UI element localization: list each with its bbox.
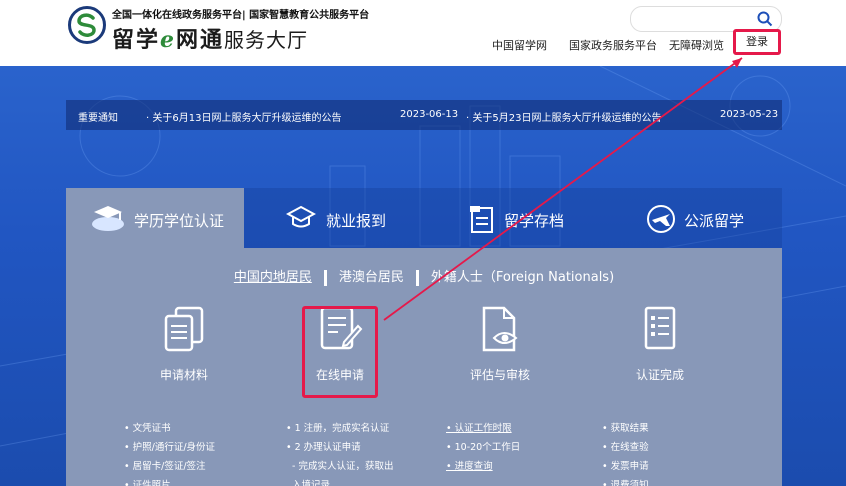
list-item-link[interactable]: • 发票申请 bbox=[602, 457, 649, 476]
hero-section: 重要通知 · 关于6月13日网上服务大厅升级运维的公告 2023-06-13 ·… bbox=[0, 66, 846, 486]
logo-tagline: 全国一体化在线政务服务平台| 国家智慧教育公共服务平台 bbox=[112, 10, 370, 21]
notice-item-date: 2023-05-23 bbox=[720, 109, 779, 120]
tab-archive[interactable]: 留学存档 bbox=[424, 188, 604, 248]
logo-title[interactable]: 留学e网通服务大厅 bbox=[112, 22, 308, 54]
list-item: • 1 注册，完成实名认证 bbox=[286, 423, 390, 434]
subtab-hk-macao-taiwan[interactable]: 港澳台居民 bbox=[333, 266, 410, 285]
notice-item-link[interactable]: · 关于5月23日网上服务大厅升级运维的公告 bbox=[466, 109, 661, 124]
airplane-icon bbox=[647, 205, 675, 233]
documents-icon bbox=[164, 306, 204, 352]
materials-list: • 文凭证书 • 护照/通行证/身份证 • 居留卡/签证/签注 • 证件照片 bbox=[124, 419, 215, 486]
tab-government-study[interactable]: 公派留学 bbox=[604, 188, 782, 248]
login-button[interactable]: 登录 bbox=[733, 29, 781, 55]
tab-label: 就业报到 bbox=[326, 212, 387, 230]
list-item-link[interactable]: • 认证工作时限 bbox=[446, 419, 520, 438]
tab-employment[interactable]: 就业报到 bbox=[244, 188, 424, 248]
review-list: • 认证工作时限 • 10-20个工作日 • 进度查询 bbox=[446, 419, 520, 476]
mortarboard-icon bbox=[286, 205, 316, 228]
logo-service-text: 服务大厅 bbox=[224, 28, 309, 52]
list-item-link[interactable]: • 在线查验 bbox=[602, 438, 649, 457]
notice-bar: 重要通知 · 关于6月13日网上服务大厅升级运维的公告 2023-06-13 ·… bbox=[66, 100, 782, 130]
step-application-materials[interactable]: 申请材料 bbox=[124, 304, 244, 383]
site-header: 全国一体化在线政务服务平台| 国家智慧教育公共服务平台 留学e网通服务大厅 中国… bbox=[0, 0, 846, 66]
logo-title-part2: 网通 bbox=[176, 27, 225, 53]
notice-item-date: 2023-06-13 bbox=[400, 109, 459, 120]
list-item-link[interactable]: • 退费须知 bbox=[602, 476, 649, 486]
notice-item-link[interactable]: · 关于6月13日网上服务大厅升级运维的公告 bbox=[146, 109, 341, 124]
nav-link-accessibility[interactable]: 无障碍浏览 bbox=[669, 37, 724, 53]
nav-link-gov-platform[interactable]: 国家政务服务平台 bbox=[569, 37, 657, 53]
list-item: • 证件照片 bbox=[124, 480, 171, 486]
list-item: • 10-20个工作日 bbox=[446, 442, 521, 453]
list-item-link[interactable]: • 进度查询 bbox=[446, 457, 520, 476]
list-item: • 居留卡/签证/签注 bbox=[124, 461, 206, 472]
list-item: 入境记录 bbox=[286, 480, 331, 486]
step-label: 认证完成 bbox=[635, 368, 684, 382]
step-evaluation-review[interactable]: 评估与审核 bbox=[440, 304, 560, 383]
list-item: - 完成实人认证，获取出 bbox=[286, 461, 394, 472]
tab-label: 学历学位认证 bbox=[134, 212, 225, 230]
file-eye-icon bbox=[482, 306, 518, 352]
subtab-divider bbox=[323, 269, 327, 286]
checklist-icon bbox=[644, 306, 676, 350]
logo-icon[interactable] bbox=[68, 6, 106, 44]
logo-title-part1: 留学 bbox=[112, 27, 161, 53]
subtab-foreign-nationals[interactable]: 外籍人士（Foreign Nationals) bbox=[425, 266, 620, 285]
step-verification-complete[interactable]: 认证完成 bbox=[600, 304, 720, 383]
logo-title-e: e bbox=[160, 27, 177, 53]
step-label: 评估与审核 bbox=[469, 368, 530, 382]
application-steps-list: • 1 注册，完成实名认证 • 2 办理认证申请 - 完成实人认证，获取出 入境… bbox=[286, 419, 394, 486]
subtab-divider bbox=[415, 269, 419, 286]
graduation-cap-cloud-icon bbox=[92, 206, 124, 231]
tab-label: 留学存档 bbox=[504, 212, 565, 230]
tab-degree-verification[interactable]: 学历学位认证 bbox=[66, 188, 244, 248]
notice-label: 重要通知 bbox=[78, 113, 118, 124]
resident-type-subtabs: 中国内地居民 港澳台居民 外籍人士（Foreign Nationals) bbox=[66, 266, 782, 286]
search-icon[interactable] bbox=[757, 11, 773, 27]
archive-document-icon bbox=[470, 206, 493, 233]
online-application-highlight bbox=[302, 306, 378, 398]
list-item: • 文凭证书 bbox=[124, 423, 171, 434]
step-label: 申请材料 bbox=[159, 368, 208, 382]
list-item: • 2 办理认证申请 bbox=[286, 442, 361, 453]
service-panel: 中国内地居民 港澳台居民 外籍人士（Foreign Nationals) 申请材料 … bbox=[66, 248, 782, 486]
complete-list: • 获取结果 • 在线查验 • 发票申请 • 退费须知 bbox=[602, 419, 649, 486]
list-item-link[interactable]: • 获取结果 bbox=[602, 419, 649, 438]
list-item: • 护照/通行证/身份证 bbox=[124, 442, 216, 453]
nav-link-cscse[interactable]: 中国留学网 bbox=[492, 37, 547, 53]
subtab-mainland[interactable]: 中国内地居民 bbox=[228, 266, 318, 285]
service-tabs: 学历学位认证 就业报到 留学存档 公派留学 bbox=[66, 188, 782, 248]
tab-label: 公派留学 bbox=[684, 212, 745, 230]
